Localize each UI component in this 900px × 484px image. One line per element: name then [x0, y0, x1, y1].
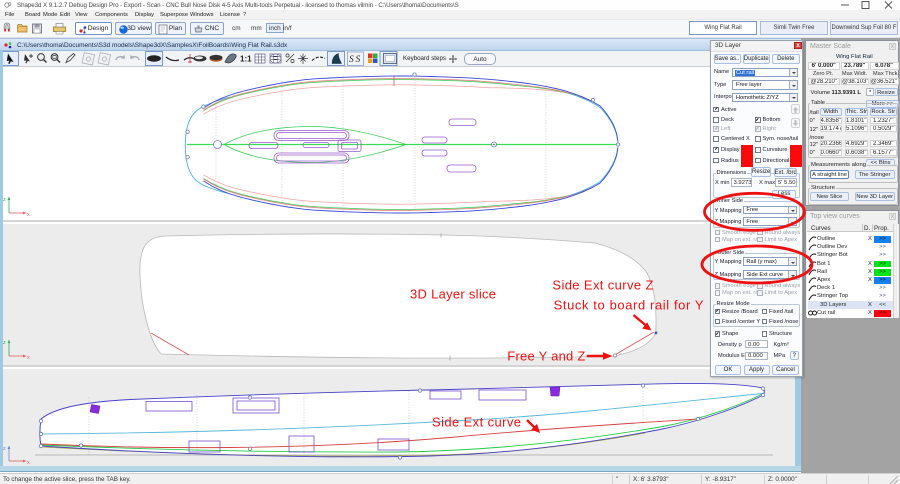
svg-text:S: S [349, 55, 354, 65]
svg-text:z: z [3, 446, 6, 452]
svg-text:x: x [27, 355, 30, 361]
svg-text:x: x [27, 212, 30, 218]
svg-text:x: x [27, 460, 30, 466]
svg-text:S: S [356, 55, 361, 65]
svg-text:1:1: 1:1 [240, 55, 252, 64]
svg-text:z: z [3, 340, 6, 346]
svg-text:z: z [3, 197, 6, 203]
